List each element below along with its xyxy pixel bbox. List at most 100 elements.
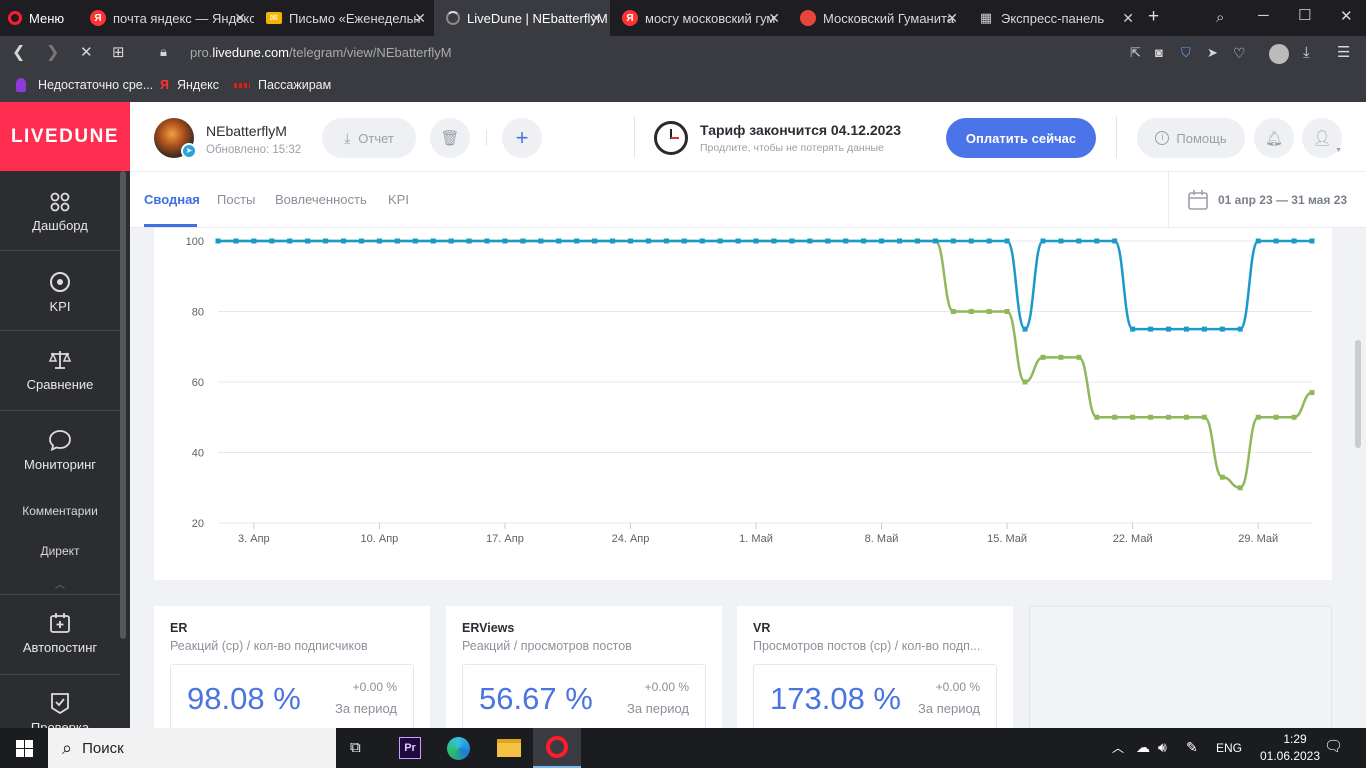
network-icon[interactable]: ☁︎ (1136, 739, 1150, 755)
data-point (1309, 238, 1315, 244)
close-icon[interactable]: ✕ (768, 10, 780, 27)
pay-now-button[interactable]: Оплатить сейчас (946, 118, 1096, 158)
tab-5[interactable]: ▦ Экспресс-панель ✕ (966, 0, 1142, 36)
app-logo[interactable]: LIVEDUNE (0, 102, 130, 171)
send-icon[interactable]: ➤ (1207, 45, 1218, 61)
metric-card-er[interactable]: ER Реакций (ср) / кол-во подписчиков 98.… (154, 606, 430, 746)
language-indicator[interactable]: ENG (1216, 741, 1242, 755)
data-point (986, 309, 992, 314)
close-icon[interactable]: ✕ (414, 10, 426, 27)
search-tabs-icon[interactable]: ⌕ (1216, 10, 1224, 26)
tab-3[interactable]: Ямосгу московский гум ✕ (610, 0, 788, 36)
metric-card-vr[interactable]: VR Просмотров постов (ср) / кол-во подп.… (737, 606, 1013, 746)
bookmark-item[interactable]: Пассажирам (234, 78, 331, 92)
tab-engagement[interactable]: Вовлеченность (275, 192, 367, 207)
series-line (217, 239, 1312, 331)
clock-icon (654, 121, 688, 155)
tab-kpi[interactable]: KPI (388, 192, 409, 207)
download-icon[interactable]: ⤓ (1303, 45, 1310, 61)
user-menu-button[interactable]: 👤︎ ▼ (1302, 118, 1342, 158)
data-point (1112, 414, 1118, 420)
tab-1[interactable]: ✉ Письмо «Еженедельн ✕ (254, 0, 434, 36)
close-icon[interactable]: ✕ (946, 10, 958, 27)
task-view-icon[interactable]: ⧉ (350, 740, 361, 756)
data-point (825, 238, 831, 244)
stop-icon[interactable]: ✕ (80, 45, 93, 61)
browser-menu-button[interactable]: Меню (8, 0, 76, 36)
sidebar-item-kpi[interactable]: KPI (0, 271, 120, 314)
vpn-shield-icon[interactable]: ⛉ (1181, 45, 1191, 61)
sidebar-item-monitoring[interactable]: Мониторинг (0, 429, 120, 472)
camera-icon[interactable]: ◙ (1155, 45, 1163, 61)
tabs-grid-icon[interactable]: ⊞ (112, 45, 125, 61)
bookmark-item[interactable]: Недостаточно сре... (16, 78, 153, 92)
forward-icon[interactable]: ❯ (46, 45, 59, 61)
account-name[interactable]: NEbatterflyM (206, 123, 287, 139)
sidebar-item-compare[interactable]: Сравнение (0, 349, 120, 392)
date-range-picker[interactable]: 01 апр 23 — 31 мая 23 (1168, 172, 1366, 228)
new-tab-icon[interactable]: + (1148, 7, 1159, 26)
taskbar-search[interactable]: ⌕ Поиск (48, 728, 336, 768)
metric-subtitle: Реакций / просмотров постов (462, 639, 632, 653)
add-button[interactable]: + (502, 118, 542, 158)
clock-time[interactable]: 1:29 (1268, 732, 1322, 746)
sidebar-item-autoposting[interactable]: Автопостинг (0, 612, 120, 655)
mail-icon: ✉ (266, 12, 282, 24)
sidebar-item-check[interactable]: Проверка (0, 692, 120, 728)
updated-time: Обновлено: 15:32 (206, 144, 302, 156)
url-field[interactable]: pro.livedune.com/telegram/view/NEbatterf… (190, 45, 452, 60)
tab-0[interactable]: Япочта яндекс — Яндекс ✕ (78, 0, 254, 36)
help-button[interactable]: i Помощь (1137, 118, 1245, 158)
collapse-chevron-icon[interactable]: ︿ (0, 576, 120, 591)
avatar[interactable]: ➤ (154, 118, 197, 159)
tab-summary[interactable]: Сводная (144, 192, 200, 207)
tab-active[interactable]: LiveDune | NEbatterflyM ✕ (434, 0, 610, 36)
file-explorer-icon[interactable] (497, 739, 521, 757)
notifications-button[interactable]: 🔔︎ (1254, 118, 1294, 158)
line-chart: 100 80 60 40 20 3. Апр 10. Апр 17. Апр 24. Апр 1.… (186, 236, 1315, 545)
lock-icon: 🔒︎ (160, 44, 167, 59)
bookmark-item[interactable]: Я Яндекс (160, 78, 219, 92)
data-point (1183, 414, 1189, 420)
report-button[interactable]: ⤓ Отчет (322, 118, 416, 158)
data-point (251, 238, 257, 244)
close-icon[interactable]: ✕ (590, 10, 602, 27)
data-point (556, 238, 562, 244)
opera-taskbar-icon[interactable] (533, 728, 581, 768)
easy-setup-icon[interactable]: ☰ (1337, 45, 1350, 61)
app-sidebar: LIVEDUNE Дашборд KPI Сравнение Мониторин… (0, 102, 130, 728)
profile-icon[interactable] (1269, 44, 1289, 64)
metric-card-erviews[interactable]: ERViews Реакций / просмотров постов 56.6… (446, 606, 722, 746)
close-icon[interactable]: ✕ (234, 10, 246, 27)
data-point (627, 238, 633, 244)
clock-date[interactable]: 01.06.2023 (1250, 749, 1330, 763)
minimize-icon[interactable]: ─ (1258, 8, 1269, 24)
sidebar-item-dashboard[interactable]: Дашборд (0, 192, 120, 233)
data-point (1004, 309, 1010, 314)
volume-icon[interactable]: 🔊︎ (1158, 739, 1167, 755)
heart-icon[interactable]: ♡ (1233, 45, 1246, 61)
data-point (968, 238, 974, 244)
pen-icon[interactable]: ✎ (1186, 739, 1198, 755)
tab-4[interactable]: Московский Гуманита ✕ (788, 0, 966, 36)
browser-tab-bar: Меню Япочта яндекс — Яндекс ✕ ✉ Письмо «Е… (0, 0, 1366, 36)
delete-button[interactable]: 🗑︎ (430, 118, 470, 158)
sidebar-item-direct[interactable]: Директ (0, 544, 120, 558)
close-window-icon[interactable]: ✕ (1340, 9, 1353, 25)
close-icon[interactable]: ✕ (1122, 10, 1134, 27)
notification-center-icon[interactable]: 🗨︎ (1324, 739, 1343, 755)
data-point (269, 238, 275, 244)
sidebar-item-comments[interactable]: Комментарии (0, 504, 120, 518)
sidebar-scrollbar[interactable] (120, 171, 126, 639)
maximize-icon[interactable]: ☐ (1298, 8, 1311, 24)
premiere-pro-icon[interactable]: Pr (399, 737, 421, 759)
page-scrollbar[interactable] (1355, 340, 1361, 448)
data-point (323, 238, 329, 244)
edge-icon[interactable] (447, 737, 470, 760)
back-icon[interactable]: ❮ (12, 45, 25, 61)
x-tick-label: 10. Апр (361, 533, 399, 545)
share-icon[interactable]: ⇱ (1130, 45, 1141, 61)
start-button[interactable] (0, 728, 48, 768)
chevron-up-icon[interactable]: ︿ (1112, 740, 1124, 756)
tab-posts[interactable]: Посты (217, 192, 255, 207)
